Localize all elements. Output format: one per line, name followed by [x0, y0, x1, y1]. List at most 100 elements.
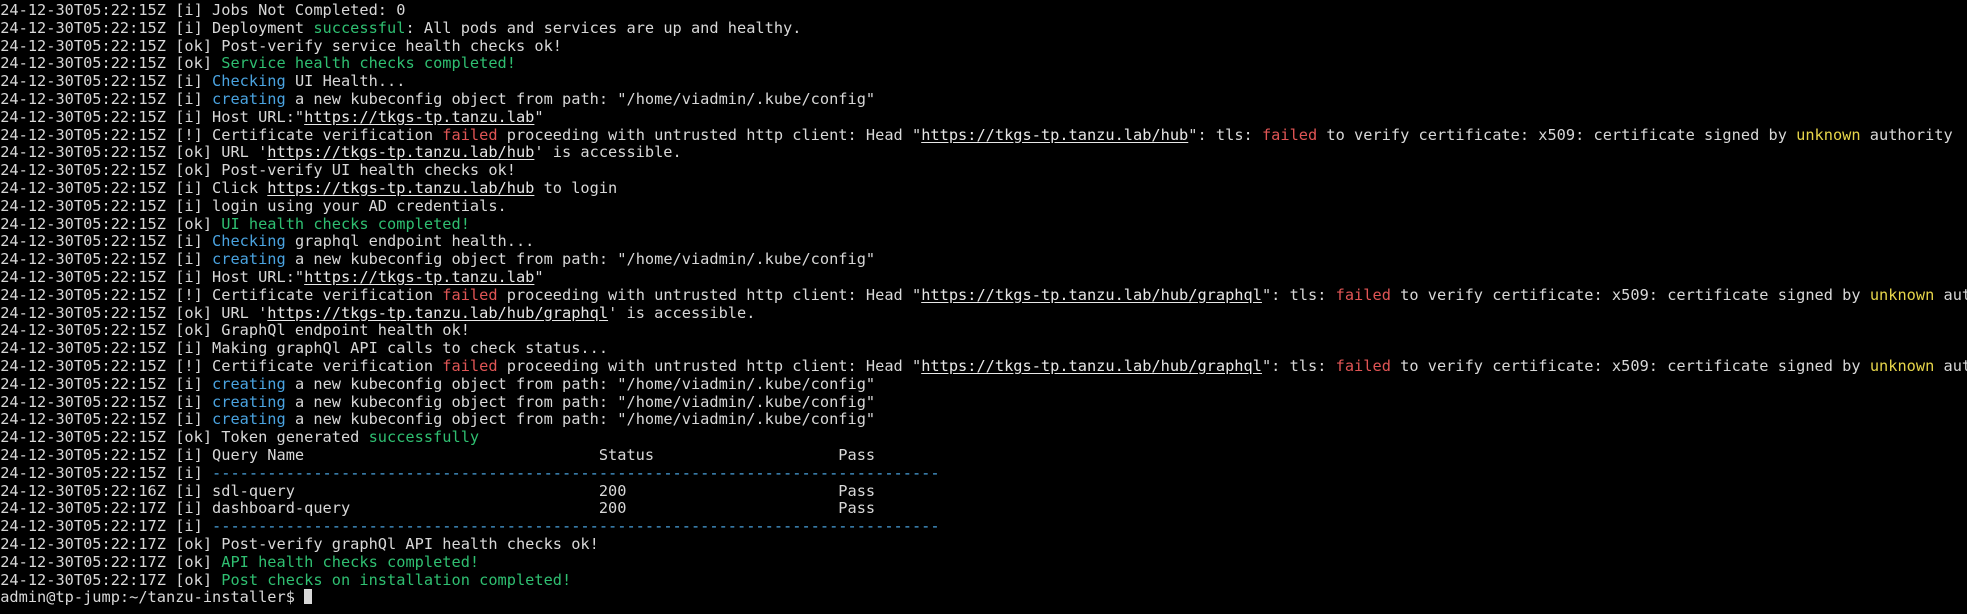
log-line: 024-12-30T05:22:15Z [i] creating a new k…	[0, 410, 1967, 429]
log-text: to login	[534, 178, 618, 197]
log-warning-text: unknown	[1869, 285, 1935, 304]
log-success-text: successfully	[368, 428, 480, 447]
log-text: [ok] Post-verify UI health checks ok!	[165, 161, 516, 180]
log-text: [ok] Post-verify graphQl API health chec…	[165, 534, 599, 553]
log-url-link[interactable]: https://tkgs-tp.tanzu.lab/hub	[267, 143, 534, 161]
log-text: [ok]	[165, 54, 222, 73]
log-timestamp: 024-12-30T05:22:15Z	[0, 410, 166, 429]
log-timestamp: 024-12-30T05:22:15Z	[0, 54, 166, 73]
log-text: to verify certificate: x509: certificate…	[1317, 125, 1797, 144]
log-text: [i] dashboard-query 200 Pass	[165, 499, 876, 518]
log-line: 024-12-30T05:22:15Z [!] Certificate veri…	[0, 356, 1967, 376]
log-line: 024-12-30T05:22:15Z [i] login using your…	[0, 197, 1967, 216]
log-text: [i]	[165, 72, 213, 91]
log-success-text: successful	[313, 18, 406, 37]
log-line: 024-12-30T05:22:15Z [!] Certificate veri…	[0, 125, 1967, 145]
log-text: [i] Deployment	[165, 18, 314, 37]
log-text: ' is accessible.	[534, 143, 682, 162]
log-line: 024-12-30T05:22:15Z [!] Certificate veri…	[0, 285, 1967, 305]
log-error-text: failed	[442, 125, 498, 144]
terminal-window[interactable]: 024-12-30T05:22:15Z [i] Jobs Not Complet…	[0, 0, 1967, 614]
log-text: a new kubeconfig object from path: "/hom…	[285, 410, 876, 429]
log-error-text: failed	[1335, 356, 1391, 375]
log-text: [i] Jobs Not Completed: 0	[165, 1, 406, 19]
log-line: 024-12-30T05:22:17Z [ok] API health chec…	[0, 553, 1967, 572]
log-timestamp: 024-12-30T05:22:15Z	[0, 161, 166, 180]
text-cursor	[304, 589, 313, 605]
log-line: 024-12-30T05:22:15Z [i] creating a new k…	[0, 374, 1967, 394]
log-info-text: creating	[212, 410, 286, 429]
log-timestamp: 024-12-30T05:22:15Z	[0, 143, 166, 162]
log-timestamp: 024-12-30T05:22:17Z	[0, 499, 166, 518]
log-timestamp: 024-12-30T05:22:15Z	[0, 89, 166, 108]
log-line: 024-12-30T05:22:17Z [i] ----------------…	[0, 517, 1967, 536]
log-text: [ok]	[165, 214, 222, 233]
log-url-link[interactable]: https://tkgs-tp.tanzu.lab/hub	[267, 179, 534, 197]
log-error-text: failed	[442, 356, 498, 375]
log-timestamp: 024-12-30T05:22:15Z	[0, 285, 166, 304]
log-error-text: failed	[1261, 125, 1318, 144]
log-text: to verify certificate: x509: certificate…	[1390, 356, 1870, 375]
log-timestamp: 024-12-30T05:22:15Z	[0, 392, 166, 411]
log-timestamp: 024-12-30T05:22:15Z	[0, 321, 166, 340]
log-line: 024-12-30T05:22:15Z [i] Host URL:"https:…	[0, 267, 1967, 287]
log-line: 024-12-30T05:22:15Z [i] creating a new k…	[0, 392, 1967, 412]
log-timestamp: 024-12-30T05:22:15Z	[0, 72, 166, 91]
log-info-text: creating	[212, 250, 286, 269]
log-line: 024-12-30T05:22:15Z [ok] URL 'https://tk…	[0, 143, 1967, 162]
log-text: a new kubeconfig object from path: "/hom…	[285, 89, 876, 108]
log-text: [!] Certificate verification	[165, 285, 443, 304]
log-line: 024-12-30T05:22:15Z [ok] Post-verify ser…	[0, 36, 1967, 56]
log-text: [ok] Post-verify service health checks o…	[165, 36, 562, 55]
log-line: 024-12-30T05:22:15Z [i] ----------------…	[0, 464, 1967, 483]
log-info-text: creating	[212, 89, 286, 108]
log-line: 024-12-30T05:22:15Z [ok] GraphQl endpoin…	[0, 321, 1967, 340]
log-text: : All pods and services are up and healt…	[405, 18, 802, 37]
log-line: 024-12-30T05:22:17Z [i] dashboard-query …	[0, 499, 1967, 518]
log-url-link[interactable]: https://tkgs-tp.tanzu.lab/hub/graphql	[921, 357, 1262, 375]
log-timestamp: 024-12-30T05:22:15Z	[0, 18, 166, 37]
log-text: [i] Host URL:"	[165, 267, 305, 286]
log-url-link[interactable]: https://tkgs-tp.tanzu.lab	[304, 268, 534, 286]
log-timestamp: 024-12-30T05:22:15Z	[0, 428, 166, 447]
log-timestamp: 024-12-30T05:22:15Z	[0, 303, 166, 322]
log-text: [i] Making graphQl API calls to check st…	[165, 339, 609, 358]
log-timestamp: 024-12-30T05:22:15Z	[0, 1, 166, 19]
log-line: 024-12-30T05:22:17Z [ok] Post-verify gra…	[0, 534, 1967, 554]
log-text: authority	[1943, 285, 1967, 304]
log-text: ' is accessible.	[608, 303, 756, 322]
log-timestamp: 024-12-30T05:22:15Z	[0, 214, 166, 233]
log-text: authority	[1860, 125, 1953, 144]
log-info-text: creating	[212, 374, 286, 393]
log-info-text: ----------------------------------------…	[212, 517, 940, 536]
log-text: [i] Click	[165, 178, 268, 197]
log-line: 024-12-30T05:22:15Z [i] Query Name Statu…	[0, 445, 1967, 465]
log-success-text: Service health checks completed!	[221, 54, 516, 73]
log-info-text: creating	[212, 392, 286, 411]
log-line: 024-12-30T05:22:15Z [i] creating a new k…	[0, 89, 1967, 109]
log-line: 024-12-30T05:22:15Z [i] Click https://tk…	[0, 178, 1967, 198]
log-timestamp: 024-12-30T05:22:15Z	[0, 125, 166, 144]
log-line: 024-12-30T05:22:17Z [ok] Post checks on …	[0, 571, 1967, 590]
shell-prompt-line[interactable]: iadmin@tp-jump:~/tanzu-installer$	[0, 588, 1967, 607]
log-success-text: UI health checks completed!	[221, 214, 470, 233]
log-line: 024-12-30T05:22:15Z [ok] URL 'https://tk…	[0, 303, 1967, 323]
log-info-text: Checking	[212, 232, 286, 251]
log-text: [i]	[165, 517, 213, 536]
log-text: authority	[1943, 356, 1967, 375]
log-line: 024-12-30T05:22:15Z [ok] UI health check…	[0, 214, 1967, 234]
log-url-link[interactable]: https://tkgs-tp.tanzu.lab/hub/graphql	[267, 304, 608, 322]
log-text: [i]	[165, 89, 213, 108]
log-error-text: failed	[1335, 285, 1391, 304]
log-text: [i]	[165, 250, 213, 269]
log-info-text: Checking	[212, 72, 286, 91]
log-text: [ok] Token generated	[165, 428, 369, 447]
log-timestamp: 024-12-30T05:22:15Z	[0, 445, 166, 464]
log-timestamp: 024-12-30T05:22:15Z	[0, 339, 166, 358]
log-url-link[interactable]: https://tkgs-tp.tanzu.lab	[304, 108, 534, 126]
shell-prompt: iadmin@tp-jump:~/tanzu-installer$	[0, 588, 305, 607]
log-url-link[interactable]: https://tkgs-tp.tanzu.lab/hub	[921, 126, 1188, 144]
log-line: 024-12-30T05:22:15Z [i] Deployment succe…	[0, 18, 1967, 38]
log-url-link[interactable]: https://tkgs-tp.tanzu.lab/hub/graphql	[921, 286, 1262, 304]
log-timestamp: 024-12-30T05:22:15Z	[0, 374, 166, 393]
